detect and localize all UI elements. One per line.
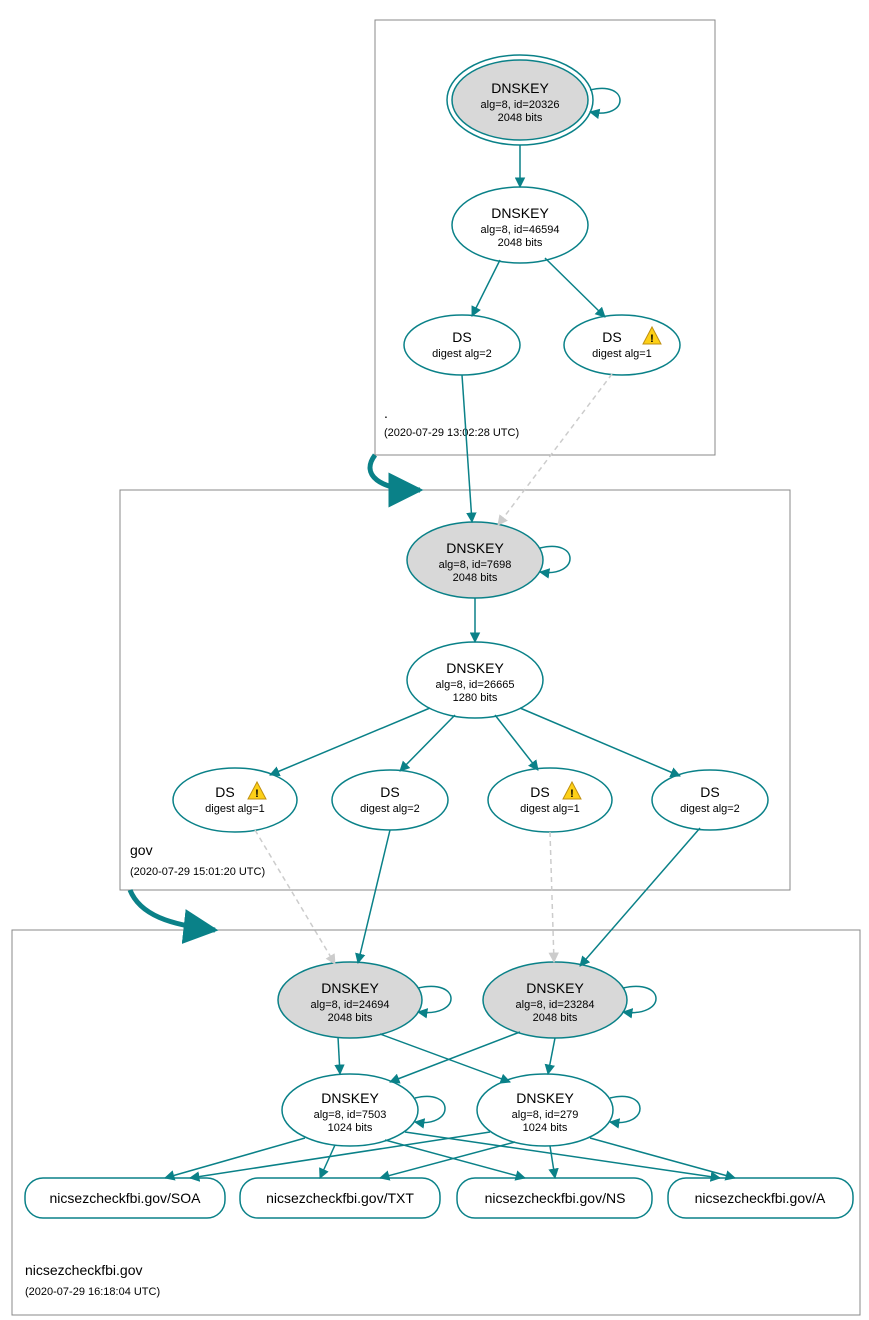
edge-root-ksk-self (590, 88, 620, 113)
svg-text:DS: DS (380, 784, 399, 800)
record-txt: nicsezcheckfbi.gov/TXT (240, 1178, 440, 1218)
node-dom-zsk1: DNSKEY alg=8, id=7503 1024 bits (282, 1074, 418, 1146)
node-root-ds1: DS digest alg=2 (404, 315, 520, 375)
svg-text:DS: DS (602, 329, 621, 345)
svg-text:alg=8, id=23284: alg=8, id=23284 (516, 999, 595, 1011)
svg-text:digest alg=1: digest alg=1 (592, 348, 652, 360)
svg-text:alg=8, id=20326: alg=8, id=20326 (481, 99, 560, 111)
node-root-ksk: DNSKEY alg=8, id=20326 2048 bits (447, 55, 593, 145)
edge-dom-ksk1-zsk1 (338, 1037, 340, 1074)
svg-text:DNSKEY: DNSKEY (446, 660, 504, 676)
svg-text:!: ! (650, 333, 654, 345)
delegation-root-gov (370, 455, 420, 490)
svg-text:DNSKEY: DNSKEY (491, 205, 549, 221)
node-gov-ds1: DS digest alg=1 ! (173, 768, 297, 832)
svg-text:DNSKEY: DNSKEY (516, 1090, 574, 1106)
record-soa: nicsezcheckfbi.gov/SOA (25, 1178, 225, 1218)
svg-text:DNSKEY: DNSKEY (321, 980, 379, 996)
edge-gov-ds2-dom-ksk1 (358, 830, 390, 963)
svg-text:DNSKEY: DNSKEY (446, 540, 504, 556)
svg-text:digest alg=1: digest alg=1 (520, 803, 580, 815)
svg-text:DNSKEY: DNSKEY (321, 1090, 379, 1106)
svg-text:alg=8, id=7698: alg=8, id=7698 (439, 559, 512, 571)
edge-dom-zsk1-soa (165, 1138, 305, 1178)
record-ns: nicsezcheckfbi.gov/NS (457, 1178, 652, 1218)
svg-text:DS: DS (452, 329, 471, 345)
svg-text:2048 bits: 2048 bits (453, 572, 498, 584)
svg-text:alg=8, id=7503: alg=8, id=7503 (314, 1109, 387, 1121)
edge-gov-ds4-dom-ksk2 (580, 828, 700, 966)
svg-text:2048 bits: 2048 bits (498, 237, 543, 249)
svg-text:DS: DS (700, 784, 719, 800)
edge-dom-ksk2-zsk2 (548, 1038, 555, 1074)
svg-text:nicsezcheckfbi.gov/NS: nicsezcheckfbi.gov/NS (485, 1190, 626, 1206)
edge-dom-zsk2-self (610, 1096, 640, 1122)
edge-gov-ksk-self (540, 546, 570, 572)
record-a: nicsezcheckfbi.gov/A (668, 1178, 853, 1218)
node-gov-ksk: DNSKEY alg=8, id=7698 2048 bits (407, 522, 543, 598)
zone-domain-label: nicsezcheckfbi.gov (25, 1262, 143, 1278)
node-gov-ds4: DS digest alg=2 (652, 770, 768, 830)
edge-dom-ksk1-zsk2 (380, 1034, 510, 1082)
node-gov-ds3: DS digest alg=1 ! (488, 768, 612, 832)
zone-root-timestamp: (2020-07-29 13:02:28 UTC) (384, 427, 519, 439)
svg-text:2048 bits: 2048 bits (533, 1012, 578, 1024)
delegation-gov-domain (130, 890, 215, 930)
node-gov-zsk: DNSKEY alg=8, id=26665 1280 bits (407, 642, 543, 718)
edge-root-ds2-gov-ksk (498, 374, 612, 525)
edge-dom-ksk1-self (418, 986, 451, 1012)
svg-text:nicsezcheckfbi.gov/SOA: nicsezcheckfbi.gov/SOA (50, 1190, 202, 1206)
svg-text:alg=8, id=46594: alg=8, id=46594 (481, 224, 560, 236)
edge-dom-zsk1-self (415, 1096, 445, 1122)
svg-text:!: ! (570, 788, 574, 800)
svg-text:1024 bits: 1024 bits (328, 1122, 373, 1134)
svg-text:alg=8, id=24694: alg=8, id=24694 (311, 999, 390, 1011)
svg-text:alg=8, id=279: alg=8, id=279 (512, 1109, 579, 1121)
svg-text:alg=8, id=26665: alg=8, id=26665 (436, 679, 515, 691)
zone-root-label: . (384, 405, 388, 421)
node-dom-zsk2: DNSKEY alg=8, id=279 1024 bits (477, 1074, 613, 1146)
edge-gov-zsk-ds4 (520, 708, 680, 776)
edge-gov-ds3-dom-ksk2 (550, 832, 554, 962)
edge-dom-ksk2-self (623, 986, 656, 1012)
svg-text:2048 bits: 2048 bits (328, 1012, 373, 1024)
svg-text:nicsezcheckfbi.gov/TXT: nicsezcheckfbi.gov/TXT (266, 1190, 414, 1206)
edge-dom-zsk1-txt (320, 1145, 335, 1178)
svg-text:nicsezcheckfbi.gov/A: nicsezcheckfbi.gov/A (695, 1190, 826, 1206)
svg-text:DNSKEY: DNSKEY (526, 980, 584, 996)
edge-root-ds1-gov-ksk (462, 375, 472, 522)
node-dom-ksk2: DNSKEY alg=8, id=23284 2048 bits (483, 962, 627, 1038)
svg-text:1280 bits: 1280 bits (453, 692, 498, 704)
svg-text:2048 bits: 2048 bits (498, 112, 543, 124)
node-dom-ksk1: DNSKEY alg=8, id=24694 2048 bits (278, 962, 422, 1038)
svg-text:1024 bits: 1024 bits (523, 1122, 568, 1134)
zone-domain-timestamp: (2020-07-29 16:18:04 UTC) (25, 1286, 160, 1298)
svg-text:digest alg=2: digest alg=2 (432, 348, 492, 360)
svg-text:DS: DS (530, 784, 549, 800)
edge-dom-zsk2-ns (550, 1146, 555, 1178)
node-root-zsk: DNSKEY alg=8, id=46594 2048 bits (452, 187, 588, 263)
edge-dom-zsk2-txt (380, 1142, 515, 1178)
svg-text:digest alg=1: digest alg=1 (205, 803, 265, 815)
node-gov-ds2: DS digest alg=2 (332, 770, 448, 830)
svg-text:DNSKEY: DNSKEY (491, 80, 549, 96)
zone-domain-box (12, 930, 860, 1315)
edge-gov-ds1-dom-ksk1 (255, 830, 335, 964)
edge-root-zsk-ds2 (545, 258, 605, 317)
zone-gov-timestamp: (2020-07-29 15:01:20 UTC) (130, 866, 265, 878)
svg-text:DS: DS (215, 784, 234, 800)
edge-dom-ksk2-zsk1 (390, 1032, 520, 1082)
svg-text:digest alg=2: digest alg=2 (680, 803, 740, 815)
edge-gov-zsk-ds2 (400, 715, 455, 771)
svg-text:digest alg=2: digest alg=2 (360, 803, 420, 815)
svg-text:!: ! (255, 788, 259, 800)
zone-gov-label: gov (130, 842, 153, 858)
node-root-ds2: DS digest alg=1 ! (564, 315, 680, 375)
edge-root-zsk-ds1 (472, 260, 500, 316)
edge-gov-zsk-ds3 (495, 715, 538, 770)
edge-dom-zsk2-a (590, 1138, 735, 1178)
